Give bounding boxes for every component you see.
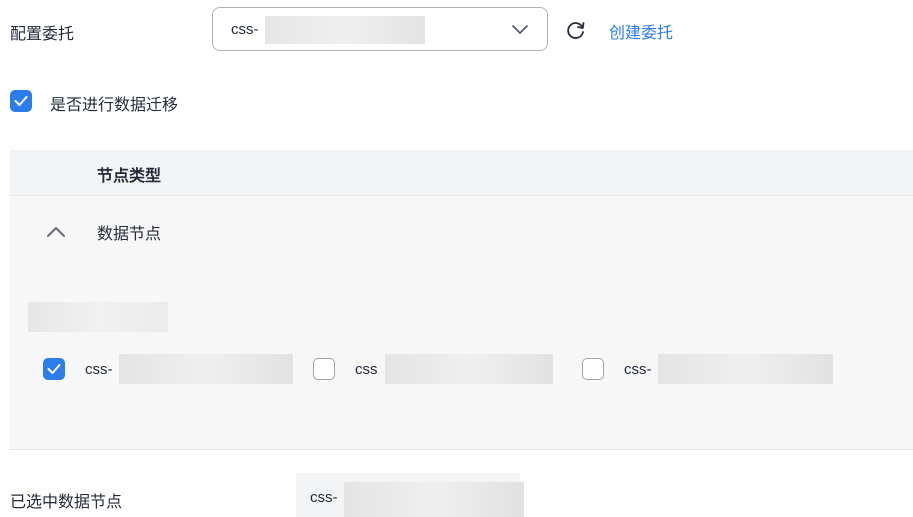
redacted-mask bbox=[385, 354, 553, 384]
migration-config-form: 配置委托 css- 创建委托 是否进行数据迁移 节点类型 数据节点 css- c… bbox=[0, 0, 913, 517]
node-checkbox-2[interactable] bbox=[313, 358, 335, 380]
table-row: 数据节点 bbox=[10, 195, 913, 270]
check-icon bbox=[14, 96, 28, 106]
selected-nodes-value: css- bbox=[310, 489, 338, 506]
chevron-down-icon bbox=[512, 25, 528, 34]
column-header-node-type: 节点类型 bbox=[97, 166, 162, 185]
delegation-select[interactable]: css- bbox=[212, 7, 548, 51]
redacted-mask bbox=[658, 354, 833, 384]
redacted-group-name bbox=[28, 302, 168, 332]
redacted-mask bbox=[344, 482, 524, 517]
create-delegation-link[interactable]: 创建委托 bbox=[609, 19, 673, 43]
expanded-node-list: css- css css- bbox=[10, 269, 913, 450]
delegation-label: 配置委托 bbox=[10, 24, 75, 43]
redacted-mask bbox=[119, 354, 293, 384]
refresh-icon[interactable] bbox=[565, 19, 587, 41]
node-option-label-2: css bbox=[355, 361, 378, 378]
node-checkbox-3[interactable] bbox=[582, 358, 604, 380]
selected-nodes-label: 已选中数据节点 bbox=[10, 492, 123, 511]
row-label-data-node: 数据节点 bbox=[97, 224, 162, 243]
table-header: 节点类型 bbox=[10, 150, 913, 195]
check-icon bbox=[47, 364, 61, 374]
node-option-label-3: css- bbox=[624, 361, 652, 378]
node-option-label-1: css- bbox=[85, 361, 113, 378]
chevron-up-icon[interactable] bbox=[46, 226, 66, 238]
selected-nodes-value-box: css- bbox=[296, 473, 524, 517]
redacted-mask bbox=[265, 16, 425, 44]
migrate-label: 是否进行数据迁移 bbox=[50, 95, 179, 114]
node-checkbox-1[interactable] bbox=[43, 358, 65, 380]
migrate-checkbox[interactable] bbox=[10, 90, 32, 112]
delegation-select-value: css- bbox=[231, 21, 259, 38]
